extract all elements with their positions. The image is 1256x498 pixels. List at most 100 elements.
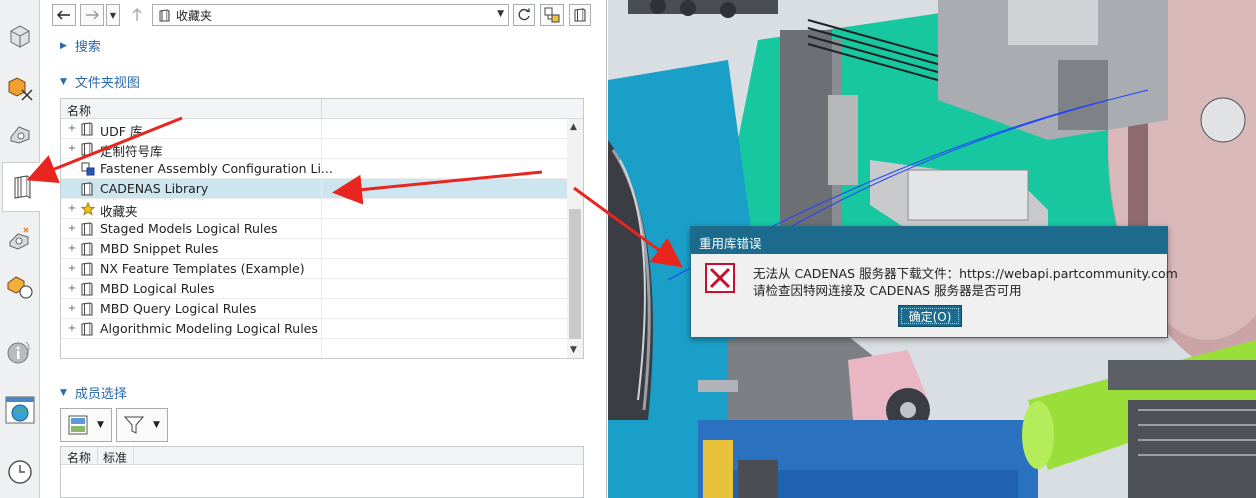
tree-row[interactable]: + MBD Logical Rules: [61, 279, 567, 299]
collapse-arrow-icon: ▼: [60, 387, 67, 398]
filter-icon: [123, 416, 145, 434]
expand-icon[interactable]: +: [67, 203, 77, 214]
library-book-icon: [81, 222, 95, 236]
error-icon: [705, 263, 735, 293]
tree-row[interactable]: + 定制符号库: [61, 139, 567, 159]
back-button[interactable]: [52, 4, 76, 26]
part-navigator-icon[interactable]: [4, 118, 36, 150]
scroll-down-icon[interactable]: ▼: [570, 345, 577, 355]
history-icon[interactable]: [4, 456, 36, 488]
tree-row[interactable]: + MBD Query Logical Rules: [61, 299, 567, 319]
constraint-navigator-icon[interactable]: [4, 72, 36, 104]
forward-button[interactable]: [80, 4, 104, 26]
reuse-book-button[interactable]: [569, 4, 591, 26]
member-name-column[interactable]: 名称: [67, 449, 91, 466]
refresh-button[interactable]: [513, 4, 535, 26]
filter-button[interactable]: ▼: [116, 408, 168, 442]
arrow-left-icon: [57, 10, 70, 20]
reuse-library-error-dialog: 重用库错误 无法从 CADENAS 服务器下载文件：https://webapi…: [690, 226, 1178, 338]
library-book-icon: [81, 282, 95, 296]
reuse-library-panel: ▼ 收藏夹 ▼ ▶ 搜索 ▼ 文件夹视图 名称 + UDF 库 + 定制符号库 Fast: [40, 0, 607, 498]
chevron-down-icon: ▼: [97, 420, 104, 430]
tree-row[interactable]: + 收藏夹: [61, 199, 567, 219]
tree-row[interactable]: CADENAS Library: [61, 179, 567, 199]
tree-row[interactable]: + Algorithmic Modeling Logical Rules: [61, 319, 567, 339]
address-title: 收藏夹: [176, 8, 213, 23]
library-book-icon: [81, 302, 95, 316]
tree-row-label: 定制符号库: [100, 144, 163, 159]
tree-row[interactable]: + UDF 库: [61, 119, 567, 139]
history-dropdown-button[interactable]: ▼: [106, 4, 120, 26]
tree-row-label: MBD Snippet Rules: [100, 241, 219, 256]
tree-row-label: MBD Logical Rules: [100, 281, 215, 296]
library-book-icon: [81, 122, 95, 136]
folder-tree: 名称 + UDF 库 + 定制符号库 Fastener Assembly Configu…: [60, 98, 584, 359]
member-table: 名称 标准: [60, 446, 584, 498]
tree-header: 名称: [61, 99, 583, 119]
search-section-header[interactable]: ▶ 搜索: [60, 36, 101, 55]
library-book-icon: [81, 182, 95, 196]
address-bar[interactable]: 收藏夹 ▼: [152, 4, 509, 26]
expand-icon[interactable]: +: [67, 283, 77, 294]
process-studio-icon[interactable]: [4, 270, 36, 302]
hd3d-tools-icon[interactable]: [4, 222, 36, 254]
expand-icon[interactable]: +: [67, 303, 77, 314]
expand-icon[interactable]: +: [67, 243, 77, 254]
expand-icon[interactable]: +: [67, 143, 77, 154]
library-icon: [544, 7, 560, 23]
collapse-arrow-icon: ▼: [60, 76, 67, 87]
tree-row-label: Fastener Assembly Configuration Li...: [100, 161, 333, 176]
arrow-up-icon: [132, 8, 142, 21]
navigation-toolbar: ▼ 收藏夹 ▼: [40, 0, 607, 30]
library-book-icon: [81, 322, 95, 336]
tree-row-label: UDF 库: [100, 124, 143, 139]
tree-row-label: CADENAS Library: [100, 181, 209, 196]
library-book-icon: [159, 8, 170, 21]
tree-row[interactable]: + NX Feature Templates (Example): [61, 259, 567, 279]
empty-row: [61, 339, 567, 358]
folder-view-section-label: 文件夹视图: [74, 76, 140, 91]
scroll-up-icon[interactable]: ▲: [570, 122, 577, 132]
reuse-library-icon[interactable]: [2, 162, 40, 212]
view-mode-button[interactable]: ▼: [60, 408, 112, 442]
web-browser-icon[interactable]: [4, 394, 36, 426]
library-book-icon: [81, 142, 95, 156]
expand-icon[interactable]: +: [67, 263, 77, 274]
library-management-button[interactable]: [540, 4, 564, 26]
expand-icon[interactable]: +: [67, 123, 77, 134]
dialog-title: 重用库错误: [691, 227, 1167, 254]
name-column-header[interactable]: 名称: [67, 102, 91, 119]
tree-row-label: Staged Models Logical Rules: [100, 221, 278, 236]
chevron-down-icon: ▼: [153, 420, 160, 430]
expand-arrow-icon: ▶: [60, 40, 67, 51]
scrollbar-thumb[interactable]: [569, 209, 581, 339]
thumbnail-view-icon: [68, 415, 88, 435]
member-standard-column[interactable]: 标准: [103, 449, 127, 466]
fastener-assembly-icon: [81, 162, 95, 176]
arrow-right-icon: [86, 10, 99, 20]
assembly-navigator-icon[interactable]: [4, 20, 36, 52]
member-select-section-label: 成员选择: [74, 387, 127, 402]
member-select-panel: ▼ ▼ 名称 标准: [60, 408, 584, 498]
up-button[interactable]: [128, 4, 146, 26]
member-table-header: 名称 标准: [61, 447, 583, 465]
ok-button[interactable]: 确定(O): [898, 305, 962, 327]
expand-icon[interactable]: +: [67, 223, 77, 234]
member-select-section-header[interactable]: ▼ 成员选择: [60, 383, 127, 402]
tree-row[interactable]: + Staged Models Logical Rules: [61, 219, 567, 239]
expand-icon[interactable]: +: [67, 323, 77, 334]
chevron-down-icon: ▼: [497, 9, 504, 19]
tree-row[interactable]: + MBD Snippet Rules: [61, 239, 567, 259]
tree-row-label: NX Feature Templates (Example): [100, 261, 305, 276]
info-icon[interactable]: [4, 336, 36, 368]
tree-row[interactable]: Fastener Assembly Configuration Li...: [61, 159, 567, 179]
resource-bar: [0, 0, 40, 498]
folder-view-section-header[interactable]: ▼ 文件夹视图: [60, 72, 140, 91]
search-section-label: 搜索: [74, 40, 101, 55]
refresh-icon: [518, 8, 530, 21]
tree-scrollbar[interactable]: ▲ ▼: [567, 119, 583, 358]
error-message-line2: 请检查因特网连接及 CADENAS 服务器是否可用: [753, 283, 1022, 298]
favorites-star-icon: [80, 201, 96, 216]
tree-row-label: Algorithmic Modeling Logical Rules: [100, 321, 318, 336]
tree-row-label: 收藏夹: [100, 204, 138, 219]
